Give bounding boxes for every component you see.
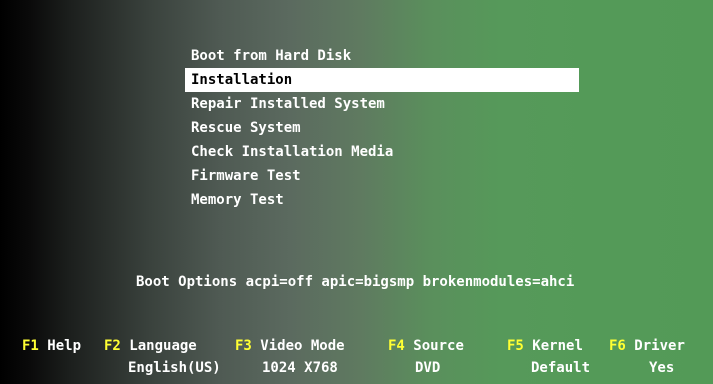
menu-item-firmware-test[interactable]: Firmware Test <box>185 164 579 188</box>
fkey-source[interactable]: F4 Source DVD <box>388 338 464 376</box>
fkey-driver-value: Yes <box>649 360 675 376</box>
menu-item-memory-test[interactable]: Memory Test <box>185 188 579 212</box>
fkey-language[interactable]: F2 Language English(US) <box>104 338 221 376</box>
boot-menu: Boot from Hard Disk Installation Repair … <box>185 44 579 212</box>
menu-item-boot-from-hard-disk[interactable]: Boot from Hard Disk <box>185 44 579 68</box>
menu-item-installation[interactable]: Installation <box>185 68 579 92</box>
fkey-kernel[interactable]: F5 Kernel Default <box>507 338 590 376</box>
menu-item-check-installation-media[interactable]: Check Installation Media <box>185 140 579 164</box>
boot-options-field[interactable]: Boot Options acpi=off apic=bigsmp broken… <box>136 274 574 290</box>
fkey-f5-key: F5 <box>507 338 524 354</box>
fkey-source-label: Source <box>413 338 464 354</box>
fkey-f3-key: F3 <box>235 338 252 354</box>
fkey-kernel-label: Kernel <box>532 338 583 354</box>
fkey-video-mode[interactable]: F3 Video Mode 1024 X768 <box>235 338 345 376</box>
fkey-language-label: Language <box>129 338 197 354</box>
fkey-f1-key: F1 <box>22 338 39 354</box>
fkey-language-value: English(US) <box>128 360 221 376</box>
fkey-source-value: DVD <box>415 360 441 376</box>
fkey-kernel-value: Default <box>531 360 591 376</box>
boot-screen: Boot from Hard Disk Installation Repair … <box>0 0 713 384</box>
fkey-driver-label: Driver <box>634 338 685 354</box>
fkey-video-mode-label: Video Mode <box>260 338 345 354</box>
fkey-f6-key: F6 <box>609 338 626 354</box>
menu-item-repair-installed-system[interactable]: Repair Installed System <box>185 92 579 116</box>
fkey-video-mode-value: 1024 X768 <box>262 360 338 376</box>
fkey-driver[interactable]: F6 Driver Yes <box>609 338 685 376</box>
menu-item-rescue-system[interactable]: Rescue System <box>185 116 579 140</box>
fkey-f2-key: F2 <box>104 338 121 354</box>
fkey-f4-key: F4 <box>388 338 405 354</box>
fkey-help-label: Help <box>47 338 82 354</box>
fkey-help[interactable]: F1 Help <box>22 338 81 354</box>
